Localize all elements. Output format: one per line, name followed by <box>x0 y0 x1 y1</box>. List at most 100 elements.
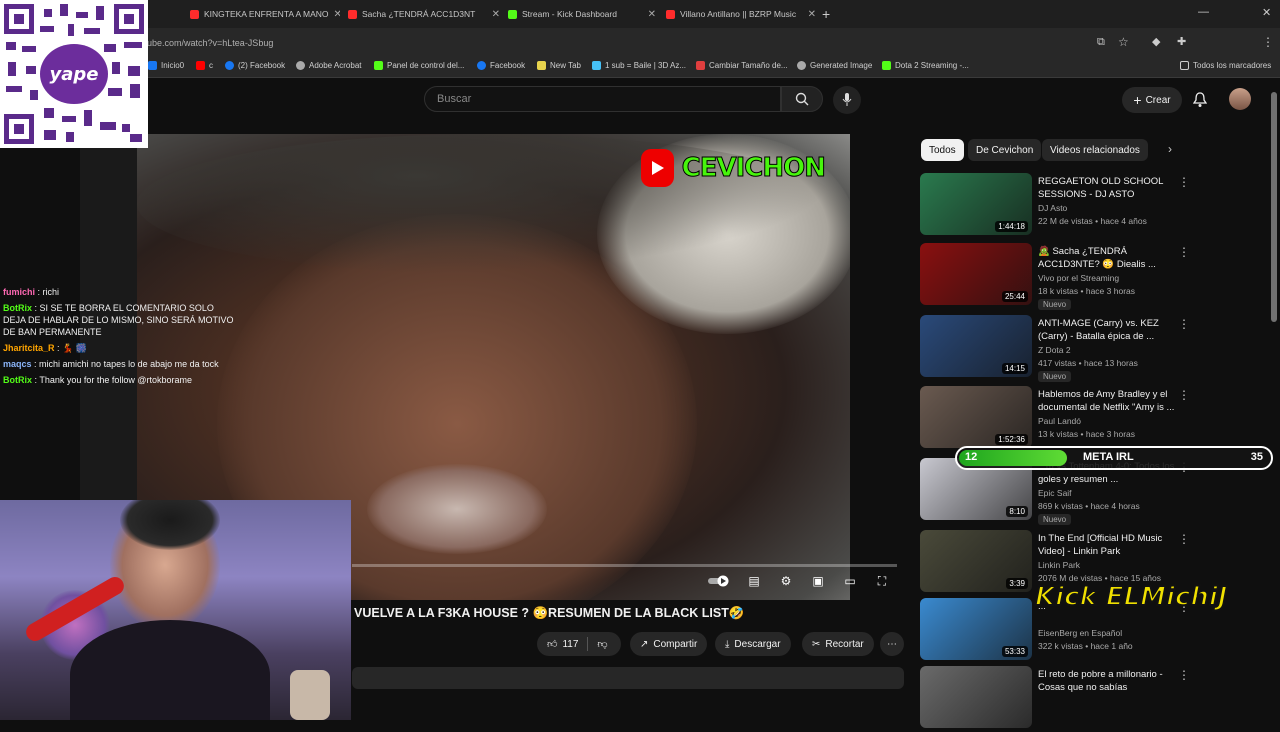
settings-gear-icon[interactable]: ⚙ <box>777 573 795 589</box>
thumbs-down-icon[interactable]: 👎︎ <box>597 638 607 650</box>
kick-icon <box>508 9 517 19</box>
tab-label: Sacha ¿TENDRÁ ACC1D3NT <box>362 9 476 19</box>
rec-title[interactable]: El reto de pobre a millonario - Cosas qu… <box>1038 668 1178 694</box>
close-icon[interactable]: ✕ <box>492 9 500 20</box>
video-thumbnail[interactable]: 14:15 <box>920 315 1032 377</box>
extension-icon[interactable]: ◆ <box>1152 35 1160 48</box>
download-button[interactable]: ⤓ Descargar <box>715 632 791 656</box>
video-thumbnail[interactable]: 1:52:36 <box>920 386 1032 448</box>
like-button[interactable]: 👍︎ 117 👎︎ <box>537 632 621 656</box>
bookmark-star-icon[interactable]: ☆ <box>1118 35 1129 49</box>
bookmark-item[interactable]: c <box>196 61 213 70</box>
miniplayer-icon[interactable]: ▣ <box>809 573 827 589</box>
rec-channel[interactable]: Linkin Park <box>1038 560 1080 570</box>
bookmark-item[interactable]: New Tab <box>537 61 581 70</box>
more-vert-icon[interactable]: ⋮ <box>1178 245 1190 259</box>
recommendation-item[interactable]: 14:15 ANTI-MAGE (Carry) vs. KEZ (Carry) -… <box>920 315 1265 382</box>
install-icon[interactable]: ⧉ <box>1097 36 1105 49</box>
download-label: Descargar <box>734 638 781 650</box>
share-button[interactable]: ↗ Compartir <box>630 632 708 656</box>
more-vert-icon[interactable]: ⋮ <box>1178 175 1190 189</box>
description-box[interactable] <box>352 667 904 689</box>
bookmark-item[interactable]: Facebook <box>477 61 525 70</box>
rec-meta: 18 k vistas • hace 3 horas <box>1038 286 1135 296</box>
chat-username: fumichi <box>3 287 36 297</box>
rec-channel[interactable]: Vivo por el Streaming <box>1038 273 1119 283</box>
close-icon[interactable]: ✕ <box>648 9 656 20</box>
search-button[interactable] <box>781 86 823 112</box>
url-field[interactable]: ube.com/watch?v=hLtea-JSbug <box>147 38 273 48</box>
minimize-icon[interactable]: — <box>1198 6 1209 18</box>
bookmark-item[interactable]: Panel de control del... <box>374 61 464 70</box>
more-vert-icon[interactable]: ⋮ <box>1178 532 1190 546</box>
browser-tab[interactable]: KINGTEKA ENFRENTA A MANO ✕ <box>190 4 340 24</box>
bookmark-item[interactable]: Dota 2 Streaming -... <box>882 61 969 70</box>
close-icon[interactable]: ✕ <box>808 9 816 20</box>
rec-channel[interactable]: Paul Landó <box>1038 416 1081 426</box>
browser-tab[interactable]: Stream - Kick Dashboard ✕ <box>508 4 656 24</box>
chip-channel[interactable]: De Cevichon <box>968 139 1042 161</box>
goal-label: META IRL <box>1083 451 1134 463</box>
goal-bar: 12 META IRL 35 <box>955 446 1273 470</box>
video-thumbnail[interactable]: 25:44 <box>920 243 1032 305</box>
rec-channel[interactable]: Epic Saif <box>1038 488 1072 498</box>
more-vert-icon[interactable]: ⋮ <box>1178 668 1190 682</box>
recommendation-item[interactable]: El reto de pobre a millonario - Cosas qu… <box>920 666 1265 732</box>
clip-button[interactable]: ✂ Recortar <box>802 632 874 656</box>
bookmark-item[interactable]: Cambiar Tamaño de... <box>696 61 788 70</box>
voice-search-button[interactable] <box>833 86 861 114</box>
close-window-icon[interactable]: ✕ <box>1262 6 1271 19</box>
menu-icon[interactable]: ⋮ <box>1262 35 1274 49</box>
chevron-right-icon[interactable]: › <box>1168 142 1172 156</box>
more-vert-icon[interactable]: ⋮ <box>1178 388 1190 402</box>
video-thumbnail[interactable]: 1:44:18 <box>920 173 1032 235</box>
chip-all[interactable]: Todos <box>921 139 964 161</box>
rec-title[interactable]: ANTI-MAGE (Carry) vs. KEZ (Carry) - Bata… <box>1038 317 1178 343</box>
theater-mode-icon[interactable]: ▭ <box>841 573 859 589</box>
subtitles-icon[interactable]: ▤ <box>745 573 763 589</box>
qr-code-image: yape <box>4 4 144 144</box>
more-actions-button[interactable]: ⋯ <box>880 632 904 656</box>
rec-title[interactable]: 🧟 Sacha ¿TENDRÁ ACC1D3NTE? 😳 Diealis ... <box>1038 245 1178 271</box>
recommendation-item[interactable]: 1:52:36 Hablemos de Amy Bradley y el docu… <box>920 386 1265 452</box>
autoplay-toggle[interactable] <box>708 573 734 589</box>
rec-title[interactable]: Hablemos de Amy Bradley y el documental … <box>1038 388 1178 414</box>
search-input[interactable]: Buscar <box>424 86 781 112</box>
bookmark-item[interactable]: (2) Facebook <box>225 61 285 70</box>
notifications-button[interactable] <box>1192 92 1208 113</box>
video-thumbnail[interactable]: 3:39 <box>920 530 1032 592</box>
recommendation-item[interactable]: 1:44:18 REGGAETON OLD SCHOOL SESSIONS - D… <box>920 173 1265 239</box>
chip-related[interactable]: Videos relacionados <box>1042 139 1148 161</box>
share-label: Compartir <box>653 638 698 650</box>
rec-channel[interactable]: Z Dota 2 <box>1038 345 1071 355</box>
chat-text: michi amichi no tapes lo de abajo me da … <box>39 359 219 369</box>
duration-badge: 53:33 <box>1001 646 1028 657</box>
browser-tab[interactable]: Sacha ¿TENDRÁ ACC1D3NT ✕ <box>348 4 500 24</box>
chat-separator: : <box>31 359 40 369</box>
all-bookmarks[interactable]: Todos los marcadores <box>1180 61 1271 70</box>
puzzle-icon[interactable]: ✚ <box>1177 35 1186 48</box>
close-icon[interactable]: ✕ <box>334 9 340 20</box>
browser-tab[interactable]: Villano Antillano || BZRP Music ✕ <box>666 4 816 24</box>
scrollbar[interactable] <box>1271 92 1277 322</box>
divider <box>587 637 589 651</box>
download-icon: ⤓ <box>725 638 730 650</box>
fullscreen-icon[interactable]: ⛶ <box>873 573 891 589</box>
bookmark-item[interactable]: Inicio0 <box>148 61 184 70</box>
rec-channel[interactable]: DJ Asto <box>1038 203 1067 213</box>
avatar[interactable] <box>1229 88 1251 110</box>
rec-channel[interactable]: EisenBerg en Español <box>1038 628 1122 638</box>
more-vert-icon[interactable]: ⋮ <box>1178 317 1190 331</box>
rec-title[interactable]: In The End [Official HD Music Video] - L… <box>1038 532 1178 558</box>
rec-title[interactable]: REGGAETON OLD SCHOOL SESSIONS - DJ ASTO <box>1038 175 1178 201</box>
recommendation-item[interactable]: 25:44 🧟 Sacha ¿TENDRÁ ACC1D3NTE? 😳 Dieali… <box>920 243 1265 310</box>
video-thumbnail[interactable]: 53:33 <box>920 598 1032 660</box>
bookmark-item[interactable]: 1 sub = Baile | 3D Az... <box>592 61 686 70</box>
bookmark-item[interactable]: Generated Image <box>797 61 872 70</box>
bookmark-item[interactable]: Adobe Acrobat <box>296 61 361 70</box>
bookmark-label: Dota 2 Streaming -... <box>895 61 969 70</box>
create-button[interactable]: + Crear <box>1122 87 1182 113</box>
video-thumbnail[interactable] <box>920 666 1032 728</box>
new-tab-button[interactable]: + <box>822 6 830 22</box>
video-progress-bar[interactable] <box>352 564 897 567</box>
